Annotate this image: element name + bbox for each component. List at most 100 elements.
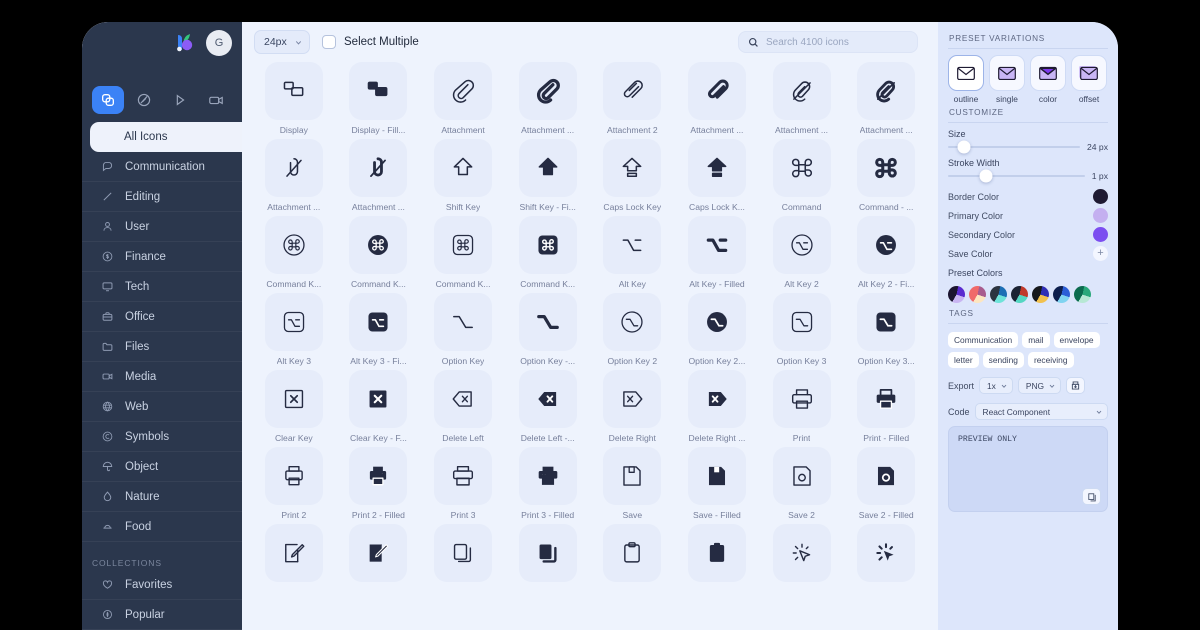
border-color-swatch[interactable]	[1093, 189, 1108, 204]
icon-cell[interactable]: Command K...	[339, 216, 419, 293]
option-filled-icon[interactable]	[518, 293, 577, 351]
icon-cell[interactable]: Attachment ...	[254, 139, 334, 216]
icons-mode-tab[interactable]	[92, 86, 124, 114]
illustrations-mode-tab[interactable]	[128, 86, 160, 114]
icon-cell[interactable]: Option Key 3	[762, 293, 842, 370]
code-preview-area[interactable]: PREVIEW ONLY	[948, 426, 1108, 512]
icon-cell[interactable]: Option Key -...	[508, 293, 588, 370]
sidebar-item-web[interactable]: Web	[82, 392, 242, 422]
code-format-select[interactable]: React Component	[974, 403, 1108, 420]
icon-cell[interactable]: Save 2	[762, 447, 842, 524]
print3-filled-icon[interactable]	[518, 447, 577, 505]
copy-icon[interactable]	[434, 524, 493, 582]
preset-color-swatch[interactable]	[1053, 286, 1070, 303]
envelope-icon[interactable]	[989, 55, 1025, 91]
click-icon[interactable]	[772, 524, 831, 582]
icon-cell[interactable]: Attachment ...	[339, 139, 419, 216]
icon-cell[interactable]: Alt Key 2 - Fi...	[846, 216, 926, 293]
save2-icon[interactable]	[772, 447, 831, 505]
secondary-color-row[interactable]: Secondary Color	[948, 225, 1108, 244]
icon-cell[interactable]: Print 2 - Filled	[339, 447, 419, 524]
icon-cell[interactable]: Print - Filled	[846, 370, 926, 447]
sidebar-item-food[interactable]: Food	[82, 512, 242, 542]
print2-filled-icon[interactable]	[349, 447, 408, 505]
save-icon[interactable]	[603, 447, 662, 505]
preset-color-swatch[interactable]	[1011, 286, 1028, 303]
edit-square-icon[interactable]	[264, 524, 323, 582]
paperclip-off-filled-icon[interactable]	[857, 62, 916, 120]
sidebar-item-all-icons[interactable]: All Icons	[90, 122, 242, 152]
clear-icon[interactable]	[264, 370, 323, 428]
command-square-icon[interactable]	[434, 216, 493, 274]
envelope-icon[interactable]	[1071, 55, 1107, 91]
save-filled-icon[interactable]	[687, 447, 746, 505]
stroke-width-slider[interactable]: 1 px	[948, 169, 1108, 183]
stroke-slider-knob[interactable]	[979, 169, 993, 183]
edit-square-filled-icon[interactable]	[349, 524, 408, 582]
option-icon[interactable]	[434, 293, 493, 351]
sidebar-item-user[interactable]: User	[82, 212, 242, 242]
preset-variation-single[interactable]: single	[989, 55, 1025, 104]
preset-variation-color[interactable]: color	[1030, 55, 1066, 104]
video-mode-tab[interactable]	[200, 86, 232, 114]
primary-color-row[interactable]: Primary Color	[948, 206, 1108, 225]
save-color-row[interactable]: Save Color +	[948, 244, 1108, 263]
icon-cell[interactable]: Alt Key	[593, 216, 673, 293]
icon-cell[interactable]: Print 2	[254, 447, 334, 524]
icon-cell[interactable]: Save - Filled	[677, 447, 757, 524]
alt-square-icon[interactable]	[264, 293, 323, 351]
icon-cell[interactable]: Caps Lock K...	[677, 139, 757, 216]
clipboard-filled-icon[interactable]	[687, 524, 746, 582]
tag-chip[interactable]: receiving	[1027, 352, 1074, 368]
add-color-button[interactable]: +	[1093, 246, 1108, 261]
save2-filled-icon[interactable]	[857, 447, 916, 505]
icon-cell[interactable]: Alt Key 3	[254, 293, 334, 370]
primary-color-swatch[interactable]	[1093, 208, 1108, 223]
paperclip-filled-icon[interactable]	[518, 62, 577, 120]
icon-cell[interactable]: Shift Key - Fi...	[508, 139, 588, 216]
paperclip-off-icon[interactable]	[772, 62, 831, 120]
print-filled-icon[interactable]	[857, 370, 916, 428]
click-filled-icon[interactable]	[857, 524, 916, 582]
display-filled-icon[interactable]	[349, 62, 408, 120]
preset-color-swatch[interactable]	[990, 286, 1007, 303]
icon-cell[interactable]	[762, 524, 842, 591]
icon-cell[interactable]	[593, 524, 673, 591]
sidebar-item-favorites[interactable]: Favorites	[82, 570, 242, 600]
icon-cell[interactable]: Alt Key 2	[762, 216, 842, 293]
sidebar-item-office[interactable]: Office	[82, 302, 242, 332]
border-color-row[interactable]: Border Color	[948, 187, 1108, 206]
tag-chip[interactable]: letter	[948, 352, 979, 368]
command-circle-icon[interactable]	[264, 216, 323, 274]
icon-cell[interactable]: Display - Fill...	[339, 62, 419, 139]
paperclip-slash-icon[interactable]	[264, 139, 323, 197]
icon-cell[interactable]: Option Key 2	[593, 293, 673, 370]
icon-cell[interactable]: Command K...	[423, 216, 503, 293]
icon-cell[interactable]: Delete Right ...	[677, 370, 757, 447]
delete-right-filled-icon[interactable]	[687, 370, 746, 428]
paperclip-icon[interactable]	[434, 62, 493, 120]
search-box[interactable]	[738, 31, 918, 53]
icon-cell[interactable]: Caps Lock Key	[593, 139, 673, 216]
envelope-icon[interactable]	[1030, 55, 1066, 91]
icon-cell[interactable]: Option Key	[423, 293, 503, 370]
icon-cell[interactable]	[423, 524, 503, 591]
alt-circle-icon[interactable]	[772, 216, 831, 274]
icon-cell[interactable]: Save	[593, 447, 673, 524]
sidebar-item-nature[interactable]: Nature	[82, 482, 242, 512]
delete-left-filled-icon[interactable]	[518, 370, 577, 428]
icon-cell[interactable]: Display	[254, 62, 334, 139]
icon-cell[interactable]: Option Key 2...	[677, 293, 757, 370]
paperclip2-filled-icon[interactable]	[687, 62, 746, 120]
alt-circle-filled-icon[interactable]	[857, 216, 916, 274]
icon-cell[interactable]: Command - ...	[846, 139, 926, 216]
copy-code-button[interactable]	[1082, 488, 1101, 505]
command-circle-filled-icon[interactable]	[349, 216, 408, 274]
icon-grid-scroll[interactable]: Display Display - Fill... Attachment Attach…	[242, 62, 938, 630]
alt-filled-icon[interactable]	[687, 216, 746, 274]
sidebar-item-popular[interactable]: Popular	[82, 600, 242, 630]
shift-icon[interactable]	[434, 139, 493, 197]
icon-cell[interactable]	[508, 524, 588, 591]
sidebar-item-editing[interactable]: Editing	[82, 182, 242, 212]
size-slider-track[interactable]	[948, 140, 1080, 154]
